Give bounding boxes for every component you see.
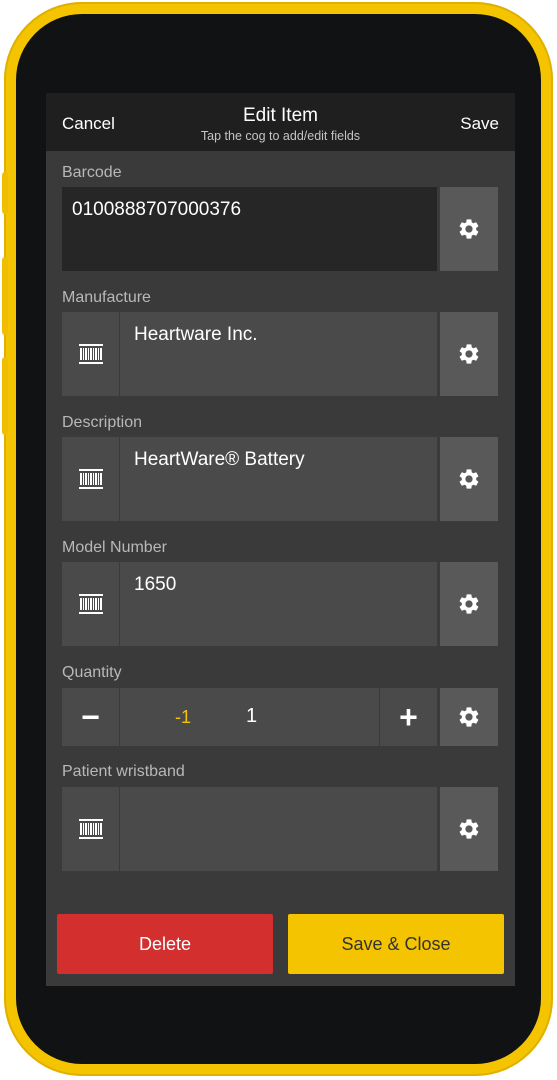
quantity-decrement-button[interactable]: − <box>62 688 119 746</box>
quantity-settings-button[interactable] <box>440 688 498 746</box>
app-screen: Cancel Edit Item Tap the cog to add/edit… <box>46 93 515 986</box>
phone-volume-button <box>2 257 8 335</box>
description-field[interactable]: HeartWare® Battery <box>120 437 437 521</box>
gear-icon <box>457 217 481 241</box>
gear-icon <box>457 592 481 616</box>
barcode-value: 0100888707000376 <box>72 199 242 220</box>
phone-side-button <box>2 172 8 214</box>
quantity-increment-button[interactable]: + <box>380 688 437 746</box>
gear-icon <box>457 342 481 366</box>
model-number-settings-button[interactable] <box>440 562 498 646</box>
model-number-label: Model Number <box>62 539 167 556</box>
quantity-value[interactable]: 1 <box>246 705 257 728</box>
quantity-label: Quantity <box>62 664 122 681</box>
page-subtitle: Tap the cog to add/edit fields <box>200 129 361 143</box>
manufacture-settings-button[interactable] <box>440 312 498 396</box>
patient-wristband-label: Patient wristband <box>62 763 185 780</box>
description-label: Description <box>62 414 143 431</box>
save-button[interactable]: Save <box>460 114 499 134</box>
description-value: HeartWare® Battery <box>134 449 305 470</box>
manufacture-value: Heartware Inc. <box>134 324 258 345</box>
barcode-field[interactable]: 0100888707000376 <box>62 187 437 271</box>
description-scan-button[interactable] <box>62 437 119 521</box>
save-and-close-button[interactable]: Save & Close <box>288 914 504 974</box>
model-number-field[interactable]: 1650 <box>120 562 437 646</box>
barcode-icon <box>79 819 103 839</box>
patient-wristband-scan-button[interactable] <box>62 787 119 871</box>
page-title: Edit Item <box>243 105 318 126</box>
navigation-bar: Cancel Edit Item Tap the cog to add/edit… <box>46 93 515 151</box>
barcode-icon <box>79 344 103 364</box>
delete-button[interactable]: Delete <box>57 914 273 974</box>
quantity-stepper: -1 1 <box>120 688 379 746</box>
barcode-settings-button[interactable] <box>440 187 498 271</box>
patient-wristband-settings-button[interactable] <box>440 787 498 871</box>
quantity-decrement-amount: -1 <box>175 707 192 727</box>
patient-wristband-field[interactable] <box>120 787 437 871</box>
barcode-icon <box>79 594 103 614</box>
manufacture-label: Manufacture <box>62 289 151 306</box>
gear-icon <box>457 467 481 491</box>
barcode-label: Barcode <box>62 164 122 181</box>
phone-volume-button <box>2 357 8 435</box>
description-settings-button[interactable] <box>440 437 498 521</box>
gear-icon <box>457 705 481 729</box>
gear-icon <box>457 817 481 841</box>
manufacture-scan-button[interactable] <box>62 312 119 396</box>
barcode-icon <box>79 469 103 489</box>
manufacture-field[interactable]: Heartware Inc. <box>120 312 437 396</box>
model-number-scan-button[interactable] <box>62 562 119 646</box>
model-number-value: 1650 <box>134 574 177 595</box>
